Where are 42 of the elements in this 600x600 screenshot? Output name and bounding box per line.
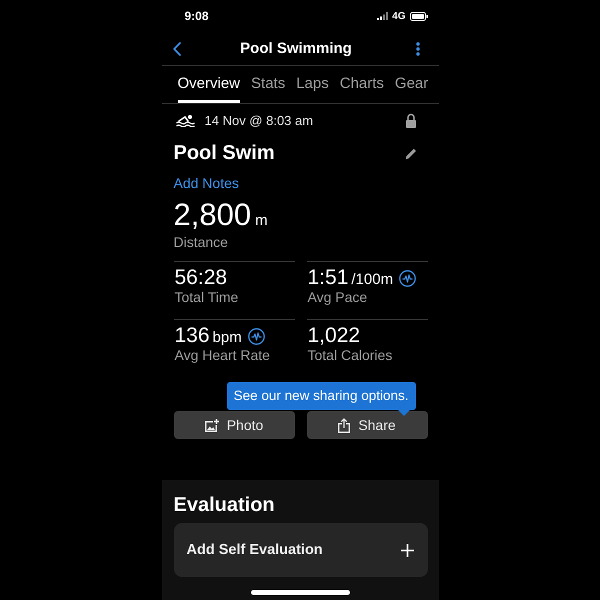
share-icon bbox=[338, 418, 350, 432]
stat-label: Avg Heart Rate bbox=[174, 347, 270, 363]
status-time: 9:08 bbox=[184, 9, 209, 23]
pulse-icon[interactable] bbox=[399, 270, 416, 286]
stat-unit: /100m bbox=[351, 271, 394, 288]
distance-value: 2,800 bbox=[174, 197, 252, 232]
pencil-icon[interactable] bbox=[404, 146, 416, 160]
pulse-icon[interactable] bbox=[248, 328, 265, 344]
share-button[interactable]: Share bbox=[306, 411, 428, 439]
section-heading: Evaluation bbox=[174, 493, 275, 518]
stat-value: 1,022 bbox=[308, 325, 360, 347]
tab[interactable]: Laps bbox=[296, 66, 329, 103]
tab[interactable]: Stats bbox=[251, 66, 286, 103]
distance-unit: m bbox=[255, 212, 268, 229]
stat-unit: bpm bbox=[212, 329, 242, 346]
distance-label: Distance bbox=[174, 234, 228, 250]
screen-title: Pool Swimming bbox=[240, 40, 352, 57]
photo-button[interactable]: Photo bbox=[174, 411, 294, 439]
add-photo-icon bbox=[204, 418, 219, 432]
lock-icon bbox=[404, 112, 416, 128]
stat-label: Total Time bbox=[174, 289, 238, 305]
add-self-evaluation-button[interactable]: Add Self Evaluation bbox=[174, 523, 428, 577]
tab[interactable]: Charts bbox=[340, 66, 384, 103]
swimmer-icon bbox=[176, 114, 194, 126]
stat-label: Total Calories bbox=[308, 347, 392, 363]
more-icon[interactable] bbox=[416, 42, 420, 56]
back-icon[interactable] bbox=[172, 42, 180, 56]
signal-icon bbox=[377, 12, 388, 20]
stat-value: 136 bbox=[174, 325, 210, 347]
tab[interactable]: Gear bbox=[394, 66, 428, 103]
tooltip: See our new sharing options. bbox=[226, 382, 416, 410]
stat-value: 1:51 bbox=[308, 267, 348, 289]
activity-title: Pool Swim bbox=[174, 142, 275, 164]
tooltip-pointer-icon bbox=[398, 410, 410, 416]
plus-icon bbox=[400, 544, 414, 556]
add-notes-link[interactable]: Add Notes bbox=[174, 170, 239, 196]
tab[interactable]: Overview bbox=[178, 66, 240, 103]
battery-icon bbox=[410, 12, 428, 20]
stat-label: Avg Pace bbox=[308, 289, 368, 305]
activity-date: 14 Nov @ 8:03 am bbox=[204, 112, 314, 128]
network-label: 4G bbox=[392, 10, 406, 22]
stat-value: 56:28 bbox=[174, 267, 228, 289]
